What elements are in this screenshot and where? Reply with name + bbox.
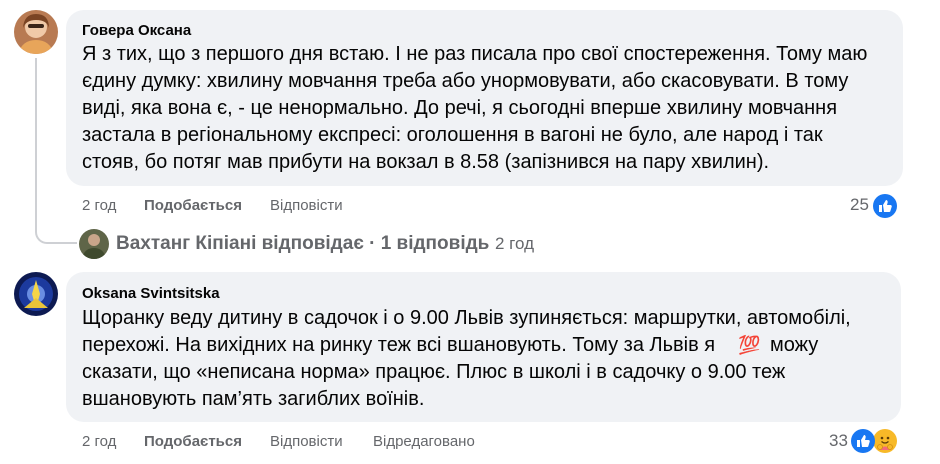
like-button[interactable]: Подобається <box>144 433 242 450</box>
view-replies-link[interactable]: Вахтанг Кіпіані відповідає · 1 відповідь <box>116 233 489 255</box>
comment-text-line: Щоранку веду дитину в садочок і о 9.00 Л… <box>82 307 851 329</box>
like-button[interactable]: Подобається <box>144 197 242 214</box>
comment-text-line: Я з тих, що з першого дня встаю. І не ра… <box>82 43 868 65</box>
comment-text-line: застала в регіональному експресі: оголош… <box>82 124 823 146</box>
care-hug-icon[interactable] <box>873 429 897 453</box>
avatar-govera[interactable] <box>14 10 58 54</box>
comment-text-line: перехожі. На вихідних на ринку теж всі в… <box>82 334 716 356</box>
thread-line <box>35 58 37 228</box>
comment-text-line: сказати, що «неписана норма» працює. Плю… <box>82 361 786 383</box>
comment-text-line: можу <box>770 334 819 356</box>
reaction-count[interactable]: 33 <box>829 431 848 451</box>
edited-label[interactable]: Відредаговано <box>373 433 475 450</box>
avatar-vakhtang[interactable] <box>79 229 109 259</box>
comment-text-line: виді, яка вона є, - це ненормально. До р… <box>82 97 838 119</box>
avatar-oksana-svintsitska[interactable] <box>14 272 58 316</box>
thumbs-up-icon[interactable] <box>851 429 875 453</box>
replies-timestamp[interactable]: 2 год <box>495 234 534 254</box>
comment-author[interactable]: Говера Оксана <box>82 22 191 39</box>
thumbs-up-icon[interactable] <box>873 194 897 218</box>
comment-timestamp[interactable]: 2 год <box>82 433 116 450</box>
hundred-points-emoji: 💯 <box>738 335 761 355</box>
reaction-count[interactable]: 25 <box>850 195 869 215</box>
comment-text-line: єдину думку: хвилину мовчання треба або … <box>82 70 849 92</box>
comment-text-line: стояв, бо потяг мав прибути на вокзал в … <box>82 151 770 173</box>
comment-author[interactable]: Oksana Svintsitska <box>82 285 220 302</box>
comment-timestamp[interactable]: 2 год <box>82 197 116 214</box>
reply-button[interactable]: Відповісти <box>270 433 343 450</box>
reply-button[interactable]: Відповісти <box>270 197 343 214</box>
thread-connector <box>35 224 77 244</box>
comment-text-line: вшановують пам’ять загиблих воїнів. <box>82 388 425 410</box>
